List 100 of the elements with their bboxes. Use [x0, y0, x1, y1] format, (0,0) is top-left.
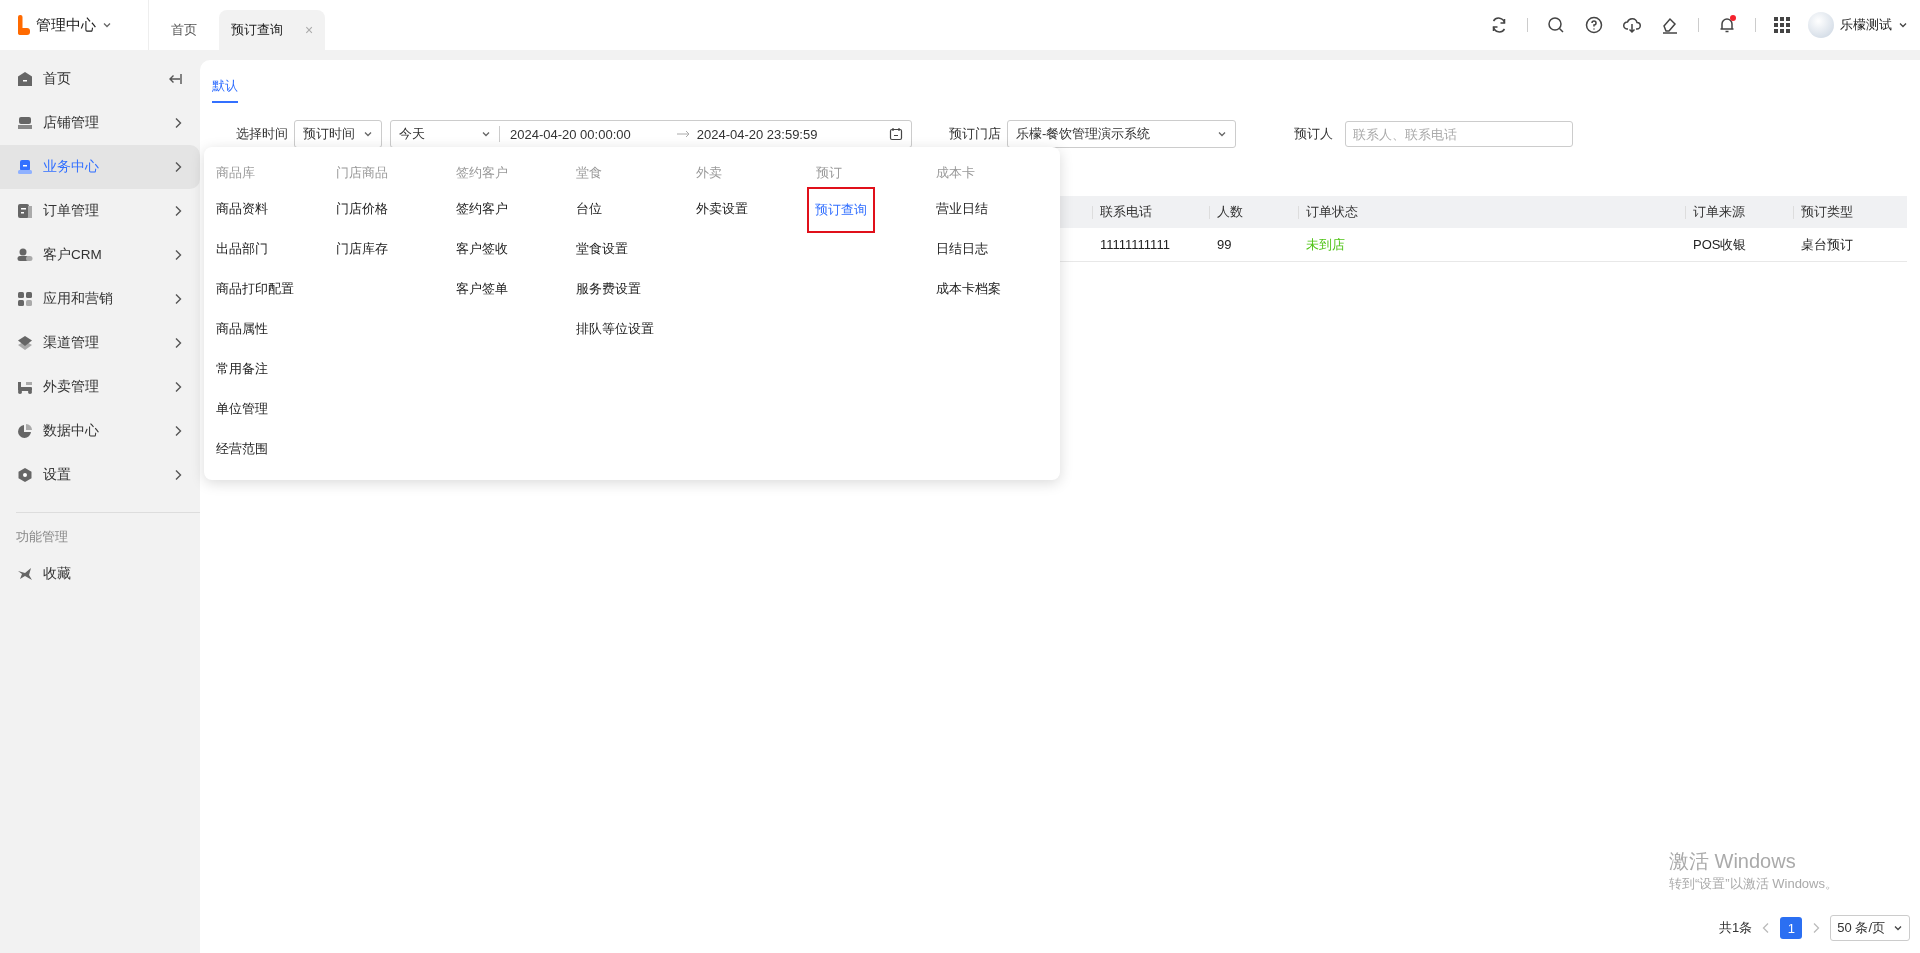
sidebar-item[interactable]: 订单管理 [0, 189, 200, 233]
menu-group-title: 商品库 [215, 164, 256, 182]
input-field[interactable]: 联系人、联系电话 [1345, 121, 1573, 147]
field-label: 预订人 [1294, 125, 1333, 143]
menu-item[interactable]: 台位 [568, 191, 610, 227]
sidebar-item[interactable]: 收藏 [0, 552, 200, 596]
tab[interactable]: 首页 [159, 10, 209, 50]
menu-item[interactable]: 经营范围 [208, 431, 276, 467]
menu-item[interactable]: 门店库存 [328, 231, 396, 267]
menu-group-title: 门店商品 [335, 164, 389, 182]
column-header: 预订类型 [1793, 196, 1907, 228]
page-size-select[interactable]: 50 条/页 [1830, 915, 1910, 941]
tab[interactable]: 默认 [212, 65, 238, 103]
menu-item[interactable]: 成本卡档案 [928, 271, 1009, 307]
caret-icon [102, 20, 112, 30]
pie-chart-icon [17, 423, 33, 439]
store-icon [17, 115, 33, 131]
caret-icon [363, 129, 373, 139]
menu-item[interactable]: 商品打印配置 [208, 271, 302, 307]
field-label: 预订门店 [949, 125, 1001, 143]
menu-item[interactable]: 预订查询 [807, 187, 875, 233]
search-icon[interactable] [1546, 15, 1566, 35]
menu-item[interactable]: 堂食设置 [568, 231, 636, 267]
menu-group-title: 签约客户 [455, 164, 509, 182]
document-icon [17, 203, 33, 219]
menu-group-title: 堂食 [575, 164, 603, 182]
avatar [1808, 12, 1834, 38]
menu-item[interactable]: 门店价格 [328, 191, 396, 227]
collapse-icon[interactable] [168, 73, 182, 85]
column-header: 订单来源 [1685, 196, 1793, 228]
section-label: 功能管理 [15, 529, 69, 546]
chevron-right-icon [174, 381, 182, 393]
sidebar-item[interactable]: 外卖管理 [0, 365, 200, 409]
total-count: 共1条 [1719, 919, 1753, 937]
table-cell: POS收银 [1685, 228, 1793, 262]
sidebar-item[interactable]: 应用和营销 [0, 277, 200, 321]
app-grid-icon[interactable] [1774, 17, 1790, 33]
hexagon-icon [17, 467, 33, 483]
sidebar-item[interactable]: 渠道管理 [0, 321, 200, 365]
table-cell: 99 [1209, 228, 1298, 262]
table-cell: 11111111111 [1092, 228, 1209, 262]
tab[interactable]: 预订查询 × [219, 10, 326, 50]
menu-item[interactable]: 营业日结 [928, 191, 996, 227]
home-icon [17, 71, 33, 87]
end-date: 2024-04-20 23:59:59 [696, 126, 818, 142]
user-icon [17, 247, 33, 263]
chevron-right-icon [174, 249, 182, 261]
menu-item[interactable]: 出品部门 [208, 231, 276, 267]
menu-item[interactable]: 排队等位设置 [568, 311, 662, 347]
document-icon [17, 159, 33, 175]
activation-title: 激活 Windows [1669, 849, 1797, 874]
chevron-right-icon [174, 293, 182, 305]
eraser-icon[interactable] [1660, 15, 1680, 35]
chevron-right-icon [174, 117, 182, 129]
logo-icon [18, 15, 30, 35]
menu-group-title: 外卖 [695, 164, 723, 182]
menu-item[interactable]: 单位管理 [208, 391, 276, 427]
menu-item[interactable]: 服务费设置 [568, 271, 649, 307]
menu-group-title: 成本卡 [935, 164, 976, 182]
start-date: 2024-04-20 00:00:00 [509, 126, 632, 142]
arrow-icon [676, 130, 691, 138]
sidebar-item[interactable]: 数据中心 [0, 409, 200, 453]
chevron-right-icon [174, 161, 182, 173]
menu-item[interactable]: 外卖设置 [688, 191, 756, 227]
layers-icon [17, 335, 33, 351]
help-icon[interactable] [1584, 15, 1604, 35]
activation-text: 转到“设置”以激活 Windows。 [1669, 875, 1838, 893]
caret-icon [1217, 129, 1227, 139]
menu-item[interactable]: 商品资料 [208, 191, 276, 227]
chevron-right-icon [174, 469, 182, 481]
column-header: 人数 [1209, 196, 1298, 228]
sidebar-item[interactable]: 客户CRM [0, 233, 200, 277]
plane-icon [17, 566, 33, 582]
sidebar-item[interactable]: 店铺管理 [0, 101, 200, 145]
column-header: 联系电话 [1092, 196, 1209, 228]
column-header: 订单状态 [1298, 196, 1685, 228]
chevron-right-icon [174, 425, 182, 437]
sidebar-item[interactable]: 首页 [0, 57, 200, 101]
sidebar-item[interactable]: 设置 [0, 453, 200, 497]
caret-icon [1893, 923, 1903, 933]
caret-icon [481, 129, 491, 139]
user-menu[interactable]: 乐檬测试 [1808, 12, 1908, 38]
chevron-right-icon [174, 205, 182, 217]
menu-item[interactable]: 客户签收 [448, 231, 516, 267]
caret-icon [1898, 20, 1908, 30]
page-button[interactable]: 1 [1780, 917, 1803, 939]
scooter-icon [17, 379, 33, 395]
chevron-right-icon [174, 337, 182, 349]
range-preset-select[interactable]: 今天 [391, 126, 500, 142]
app-menu[interactable]: 管理中心 [18, 15, 112, 35]
menu-item[interactable]: 商品属性 [208, 311, 276, 347]
menu-item[interactable]: 日结日志 [928, 231, 996, 267]
menu-item[interactable]: 客户签单 [448, 271, 516, 307]
calendar-icon[interactable] [889, 127, 903, 141]
table-cell: 未到店 [1298, 228, 1685, 262]
menu-item[interactable]: 签约客户 [448, 191, 516, 227]
menu-item[interactable]: 常用备注 [208, 351, 276, 387]
cloud-download-icon[interactable] [1622, 15, 1642, 35]
field-label: 选择时间 [236, 125, 288, 143]
grid-icon [17, 291, 33, 307]
